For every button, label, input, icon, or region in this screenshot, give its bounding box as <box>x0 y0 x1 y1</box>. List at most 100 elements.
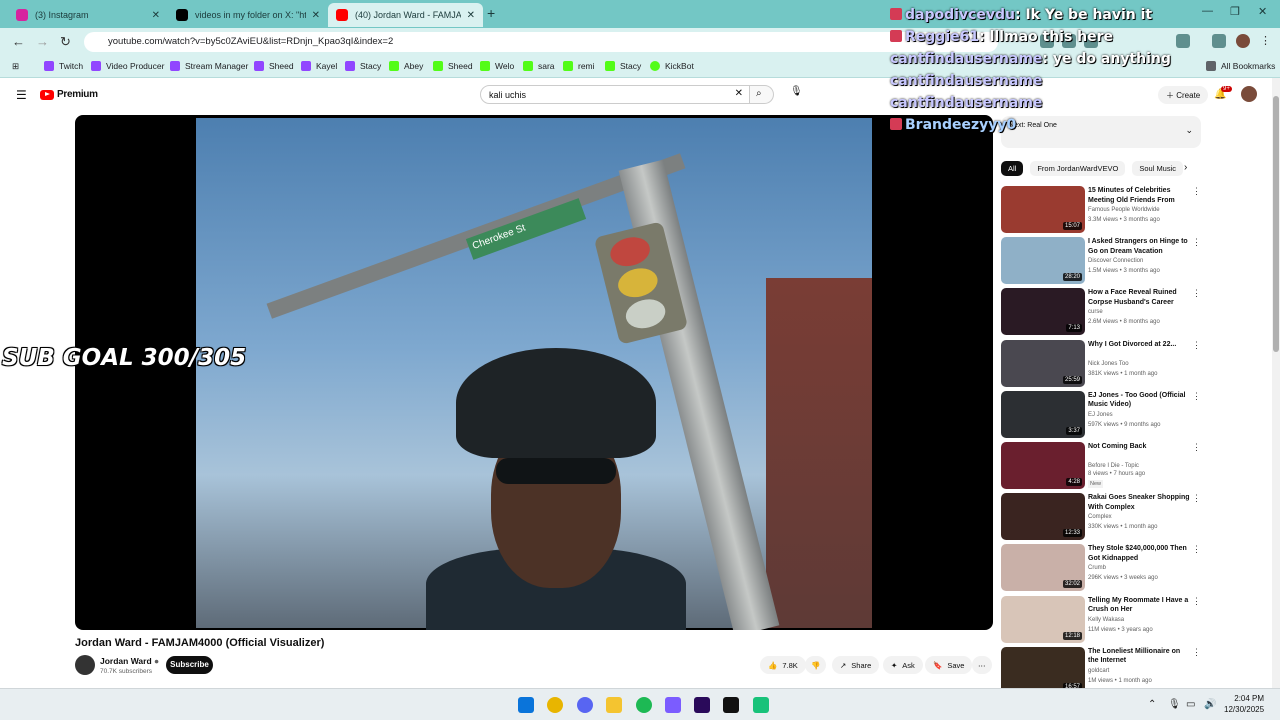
video-player[interactable]: Cherokee St <box>75 115 993 630</box>
channel-name[interactable]: Jordan Ward ● <box>100 656 159 666</box>
recommendation-title[interactable]: Rakai Goes Sneaker Shopping With Complex <box>1088 493 1192 512</box>
recommendation-item[interactable]: 32:02 They Stole $240,000,000 Then Got Ki… <box>1001 544 1201 592</box>
more-options-icon[interactable]: ⋮ <box>1192 647 1201 658</box>
recommendation-title[interactable]: How a Face Reveal Ruined Corpse Husband'… <box>1088 288 1192 307</box>
more-options-icon[interactable]: ⋮ <box>1192 340 1201 351</box>
address-bar[interactable]: youtube.com/watch?v=by5c0ZAviEU&list=RDn… <box>84 32 998 52</box>
recommendation-item[interactable]: 3:37 EJ Jones - Too Good (Official Music … <box>1001 390 1201 439</box>
video-thumbnail[interactable]: 25:59 <box>1001 339 1085 387</box>
all-bookmarks[interactable]: All Bookmarks <box>1206 61 1275 71</box>
avatar[interactable] <box>1241 86 1257 102</box>
scrollbar-thumb[interactable] <box>1273 96 1279 352</box>
bookmark-stacy-kick[interactable]: Stacy <box>605 61 641 71</box>
recommendation-channel[interactable]: Nick Jones Too <box>1088 361 1129 367</box>
discord-icon[interactable] <box>577 697 593 713</box>
more-options-icon[interactable]: ⋮ <box>1192 186 1201 197</box>
bookmark-stream-manager[interactable]: Stream Manager <box>170 61 248 71</box>
bookmark-kickbot[interactable]: KickBot <box>650 61 694 71</box>
kebab-icon[interactable]: ⋮ <box>1260 34 1274 48</box>
recommendation-title[interactable]: Telling My Roommate I Have a Crush on He… <box>1088 596 1192 615</box>
chip-soul-music[interactable]: Soul Music <box>1132 161 1184 176</box>
recommendation-channel[interactable]: curse <box>1088 309 1103 315</box>
more-options-icon[interactable]: ⋮ <box>1192 288 1201 299</box>
recommendation-title[interactable]: Why I Got Divorced at 22... <box>1088 340 1192 350</box>
mic-icon[interactable]: 🎙 <box>790 86 803 97</box>
chip-from-channel[interactable]: From JordanWardVEVO <box>1030 161 1126 176</box>
bookmark-stacy[interactable]: Stacy <box>345 61 381 71</box>
video-thumbnail[interactable]: 28:20 <box>1001 237 1085 285</box>
recommendation-item[interactable]: 12:33 Rakai Goes Sneaker Shopping With Co… <box>1001 493 1201 541</box>
tab-instagram[interactable]: (3) Instagram ✕ <box>8 3 168 27</box>
video-thumbnail[interactable]: 16:57 <box>1001 646 1085 694</box>
premiere-icon[interactable] <box>694 697 710 713</box>
recommendation-channel[interactable]: goldcart <box>1088 668 1109 674</box>
network-icon[interactable]: ▭ <box>1186 699 1195 710</box>
recommendation-item[interactable]: 7:13 How a Face Reveal Ruined Corpse Husb… <box>1001 288 1201 336</box>
recommendation-title[interactable]: They Stole $240,000,000 Then Got Kidnapp… <box>1088 544 1192 563</box>
video-thumbnail[interactable]: 32:02 <box>1001 544 1085 592</box>
video-thumbnail[interactable]: 7:13 <box>1001 288 1085 336</box>
recommendation-item[interactable]: 25:59 Why I Got Divorced at 22... Nick Jon… <box>1001 339 1201 388</box>
close-icon[interactable]: ✕ <box>467 10 475 21</box>
start-icon[interactable] <box>518 697 534 713</box>
share-button[interactable]: ↗ Share <box>832 656 880 674</box>
more-options-icon[interactable]: ⋮ <box>1192 442 1201 453</box>
save-button[interactable]: 🔖 Save <box>925 656 973 674</box>
like-button[interactable]: 👍 7.8K <box>760 656 806 674</box>
channel-avatar[interactable] <box>75 655 95 675</box>
video-thumbnail[interactable]: 4:28 <box>1001 442 1085 489</box>
menu-icon[interactable] <box>1212 34 1226 48</box>
recommendation-title[interactable]: EJ Jones - Too Good (Official Music Vide… <box>1088 391 1192 410</box>
bookmark-remi[interactable]: remi <box>563 61 595 71</box>
chevron-right-icon[interactable]: › <box>1184 162 1187 173</box>
more-actions-button[interactable]: ⋯ <box>972 656 992 674</box>
recommendation-channel[interactable]: Kelly Wakasa <box>1088 617 1124 623</box>
more-options-icon[interactable]: ⋮ <box>1192 391 1201 402</box>
profile-icon[interactable] <box>1236 34 1250 48</box>
app-icon[interactable] <box>723 697 739 713</box>
bookmark-kayel[interactable]: Kayel <box>301 61 337 71</box>
recommendation-title[interactable]: Not Coming Back <box>1088 442 1192 452</box>
mic-tray-icon[interactable]: 🎙 <box>1168 699 1181 710</box>
close-icon[interactable]: ✕ <box>152 10 160 21</box>
hamburger-icon[interactable]: ☰ <box>16 88 27 102</box>
recommendation-channel[interactable]: Complex <box>1088 514 1112 520</box>
bookmark-welo[interactable]: Welo <box>480 61 514 71</box>
spotify-icon[interactable] <box>636 697 652 713</box>
recommendation-title[interactable]: I Asked Strangers on Hinge to Go on Drea… <box>1088 237 1192 256</box>
tab-x[interactable]: videos in my folder on X: "http ✕ <box>168 3 328 27</box>
ask-button[interactable]: ✦ Ask <box>883 656 923 674</box>
recommendation-item[interactable]: 28:20 I Asked Strangers on Hinge to Go on… <box>1001 237 1201 285</box>
close-window-icon[interactable]: ✕ <box>1258 5 1267 18</box>
chevron-up-icon[interactable]: ⌃ <box>1148 699 1156 710</box>
dislike-button[interactable]: 👎 <box>805 656 827 674</box>
recommendation-item[interactable]: 15:07 15 Minutes of Celebrities Meeting O… <box>1001 186 1201 234</box>
video-thumbnail[interactable]: 12:18 <box>1001 595 1085 643</box>
copilot-icon[interactable] <box>665 697 681 713</box>
bookmark-video-producer[interactable]: Video Producer <box>91 61 164 71</box>
bookmark-sheed[interactable]: Sheed <box>254 61 294 71</box>
more-options-icon[interactable]: ⋮ <box>1192 493 1201 504</box>
subscribe-button[interactable]: Subscribe <box>166 656 213 674</box>
recommendation-item[interactable]: 4:28 Not Coming Back Before I Die - Topic 8… <box>1001 442 1201 490</box>
search-button[interactable]: ⌕ <box>750 85 774 104</box>
volume-icon[interactable]: 🔊 <box>1204 699 1216 710</box>
clock[interactable]: 2:04 PM 12/30/2025 <box>1224 693 1264 715</box>
new-tab-button[interactable]: + <box>487 5 495 21</box>
bot-icon[interactable] <box>753 697 769 713</box>
youtube-logo[interactable]: Premium <box>40 89 98 100</box>
recommendation-channel[interactable]: Before I Die - Topic <box>1088 463 1139 469</box>
recommendation-item[interactable]: 12:18 Telling My Roommate I Have a Crush … <box>1001 595 1201 644</box>
reload-icon[interactable]: ↻ <box>60 34 71 50</box>
more-options-icon[interactable]: ⋮ <box>1192 544 1201 555</box>
recommendation-title[interactable]: The Loneliest Millionaire on the Interne… <box>1088 647 1192 666</box>
forward-icon[interactable]: → <box>36 34 49 49</box>
recommendation-channel[interactable]: Famous People Worldwide <box>1088 207 1160 213</box>
clear-icon[interactable]: ✕ <box>735 88 743 99</box>
recommendation-channel[interactable]: Discover Connection <box>1088 258 1143 264</box>
chrome-icon[interactable] <box>547 697 563 713</box>
file-explorer-icon[interactable] <box>606 697 622 713</box>
recommendation-title[interactable]: 15 Minutes of Celebrities Meeting Old Fr… <box>1088 186 1192 205</box>
search-input[interactable]: kali uchis ✕ <box>480 85 750 104</box>
bookmark-twitch[interactable]: Twitch <box>44 61 83 71</box>
